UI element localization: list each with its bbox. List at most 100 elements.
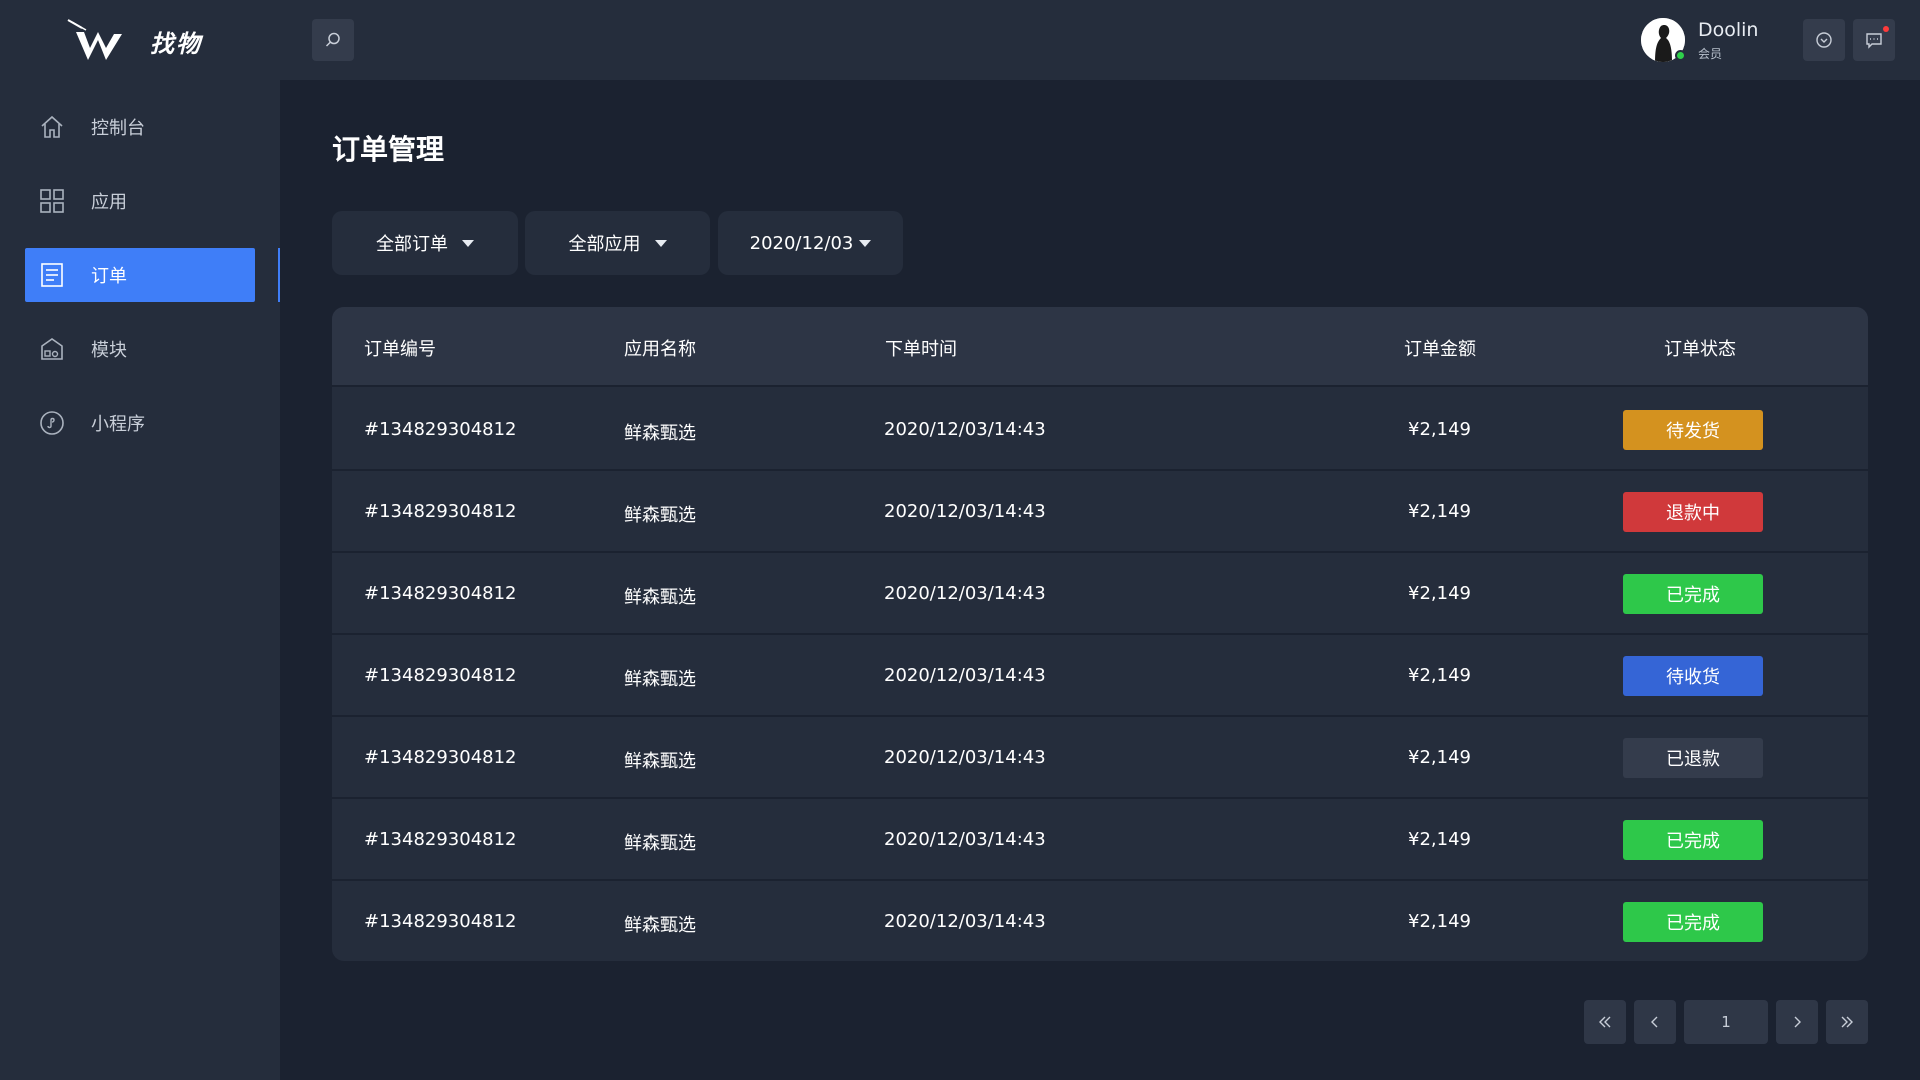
logo-text: 找物 — [150, 29, 202, 58]
page-title: 订单管理 — [332, 133, 445, 166]
sidebar-item-orders[interactable]: 订单 — [25, 248, 255, 302]
order-id: #134829304812 — [364, 501, 517, 522]
order-amount: ¥2,149 — [1408, 911, 1471, 932]
status-badge: 已完成 — [1623, 820, 1763, 860]
status-badge: 已退款 — [1623, 738, 1763, 778]
caret-down-icon — [859, 239, 872, 247]
chevron-circle-icon — [1816, 32, 1832, 48]
caret-down-icon — [462, 239, 474, 247]
status-badge: 退款中 — [1623, 492, 1763, 532]
user-menu-button[interactable] — [1803, 19, 1845, 61]
table-row[interactable]: #134829304812 鲜森甄选 2020/12/03/14:43 ¥2,1… — [332, 389, 1868, 471]
sidebar — [0, 80, 280, 1080]
app-name: 鲜森甄选 — [624, 587, 696, 608]
order-list-icon — [38, 261, 66, 289]
order-time: 2020/12/03/14:43 — [884, 583, 1046, 604]
caret-down-icon — [654, 239, 667, 247]
app-filter[interactable]: 全部应用 — [525, 211, 710, 275]
column-header-amount[interactable]: 订单金额 — [1404, 335, 1476, 361]
status-badge: 待收货 — [1623, 656, 1763, 696]
table-row[interactable]: #134829304812 鲜森甄选 2020/12/03/14:43 ¥2,1… — [332, 635, 1868, 717]
chevron-right-icon — [1794, 1016, 1801, 1028]
status-badge: 已完成 — [1623, 574, 1763, 614]
order-id: #134829304812 — [364, 665, 517, 686]
orders-table: 订单编号 应用名称 下单时间 订单金额 订单状态 #134829304812 鲜… — [332, 307, 1868, 961]
order-id: #134829304812 — [364, 583, 517, 604]
top-bar: 找物 Doolin 会员 — [0, 0, 1920, 80]
mini-program-icon — [38, 409, 66, 437]
double-chevron-left-icon — [1599, 1016, 1611, 1028]
app-filter-value: 全部应用 — [568, 234, 641, 255]
prev-page-button[interactable] — [1634, 1000, 1676, 1044]
search-icon — [325, 32, 340, 47]
active-nav-marker — [278, 248, 280, 302]
order-id: #134829304812 — [364, 419, 517, 440]
user-role: 会员 — [1698, 47, 1723, 61]
sidebar-item-label: 模块 — [91, 340, 127, 361]
order-id: #134829304812 — [364, 829, 517, 850]
sidebar-item-label: 控制台 — [91, 118, 145, 139]
last-page-button[interactable] — [1826, 1000, 1868, 1044]
apps-grid-icon — [38, 187, 66, 215]
home-icon — [38, 113, 66, 141]
order-time: 2020/12/03/14:43 — [884, 911, 1046, 932]
order-amount: ¥2,149 — [1408, 501, 1471, 522]
sidebar-item-mini-program[interactable]: 小程序 — [25, 396, 255, 450]
logo-mark-icon — [67, 19, 122, 60]
sidebar-item-modules[interactable]: 模块 — [25, 322, 255, 376]
order-type-filter-value: 全部订单 — [376, 234, 448, 255]
table-header: 订单编号 应用名称 下单时间 订单金额 订单状态 — [332, 307, 1868, 387]
table-row[interactable]: #134829304812 鲜森甄选 2020/12/03/14:43 ¥2,1… — [332, 553, 1868, 635]
search-button[interactable] — [312, 19, 354, 61]
double-chevron-right-icon — [1841, 1016, 1853, 1028]
table-row[interactable]: #134829304812 鲜森甄选 2020/12/03/14:43 ¥2,1… — [332, 717, 1868, 799]
table-row[interactable]: #134829304812 鲜森甄选 2020/12/03/14:43 ¥2,1… — [332, 799, 1868, 881]
page-number-input[interactable]: 1 — [1684, 1000, 1768, 1044]
user-name[interactable]: Doolin — [1698, 19, 1758, 41]
messages-button[interactable] — [1853, 19, 1895, 61]
sidebar-item-apps[interactable]: 应用 — [25, 174, 255, 228]
status-badge: 已完成 — [1623, 902, 1763, 942]
date-filter[interactable]: 2020/12/03 — [718, 211, 903, 275]
current-page: 1 — [1721, 1013, 1731, 1031]
chevron-left-icon — [1651, 1016, 1658, 1028]
date-filter-value: 2020/12/03 — [749, 232, 854, 254]
logo[interactable]: 找物 — [66, 18, 226, 64]
order-time: 2020/12/03/14:43 — [884, 501, 1046, 522]
order-time: 2020/12/03/14:43 — [884, 665, 1046, 686]
order-time: 2020/12/03/14:43 — [884, 747, 1046, 768]
app-name: 鲜森甄选 — [624, 833, 696, 854]
next-page-button[interactable] — [1776, 1000, 1818, 1044]
module-icon — [38, 335, 66, 363]
column-header-order-time[interactable]: 下单时间 — [885, 335, 957, 361]
order-time: 2020/12/03/14:43 — [884, 419, 1046, 440]
online-status-dot — [1675, 50, 1686, 61]
order-amount: ¥2,149 — [1408, 829, 1471, 850]
order-amount: ¥2,149 — [1408, 747, 1471, 768]
column-header-status[interactable]: 订单状态 — [1664, 335, 1736, 361]
notification-dot — [1883, 26, 1889, 32]
column-header-order-id[interactable]: 订单编号 — [364, 335, 436, 361]
column-header-app-name[interactable]: 应用名称 — [624, 335, 696, 361]
sidebar-item-label: 应用 — [91, 192, 127, 213]
order-amount: ¥2,149 — [1408, 583, 1471, 604]
message-icon — [1866, 33, 1882, 49]
status-badge: 待发货 — [1623, 410, 1763, 450]
app-name: 鲜森甄选 — [624, 423, 696, 444]
order-type-filter[interactable]: 全部订单 — [332, 211, 518, 275]
app-name: 鲜森甄选 — [624, 505, 696, 526]
table-row[interactable]: #134829304812 鲜森甄选 2020/12/03/14:43 ¥2,1… — [332, 881, 1868, 961]
app-name: 鲜森甄选 — [624, 669, 696, 690]
order-id: #134829304812 — [364, 747, 517, 768]
app-name: 鲜森甄选 — [624, 751, 696, 772]
sidebar-item-label: 小程序 — [91, 414, 145, 435]
order-amount: ¥2,149 — [1408, 419, 1471, 440]
sidebar-item-dashboard[interactable]: 控制台 — [25, 100, 255, 154]
app-name: 鲜森甄选 — [624, 915, 696, 936]
sidebar-item-label: 订单 — [91, 266, 127, 287]
order-amount: ¥2,149 — [1408, 665, 1471, 686]
table-row[interactable]: #134829304812 鲜森甄选 2020/12/03/14:43 ¥2,1… — [332, 471, 1868, 553]
first-page-button[interactable] — [1584, 1000, 1626, 1044]
order-time: 2020/12/03/14:43 — [884, 829, 1046, 850]
order-id: #134829304812 — [364, 911, 517, 932]
